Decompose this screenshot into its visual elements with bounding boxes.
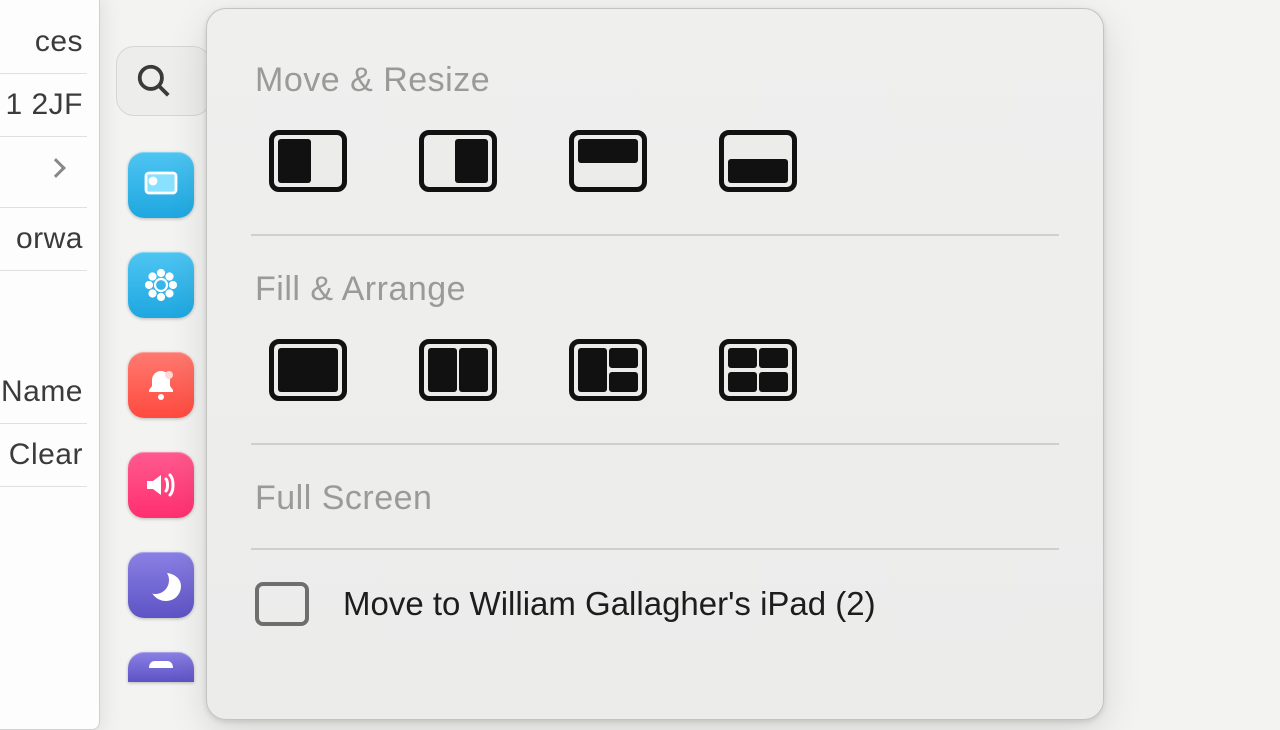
tile-top-half-button[interactable] [569, 130, 647, 192]
section-title-move-resize: Move & Resize [255, 61, 1059, 100]
tile-left-half-button[interactable] [269, 130, 347, 192]
sound-app-icon[interactable] [128, 452, 194, 518]
background-settings-list: ces 1 2JF orwa Name Clear [0, 0, 100, 730]
bg-row [0, 137, 87, 208]
divider [251, 548, 1059, 550]
divider [251, 443, 1059, 445]
fill-screen-button[interactable] [269, 339, 347, 401]
tile-right-half-button[interactable] [419, 130, 497, 192]
sidebar-apps [128, 152, 194, 682]
bg-row: Name [0, 361, 87, 424]
tile-bottom-half-button[interactable] [719, 130, 797, 192]
bg-row: Clear [0, 424, 87, 487]
move-to-ipad-item[interactable]: Move to William Gallagher's iPad (2) [251, 574, 1059, 634]
focus-app-icon[interactable] [128, 552, 194, 618]
arrange-quarters-button[interactable] [719, 339, 797, 401]
move-resize-row [251, 130, 1059, 192]
bg-row: orwa [0, 208, 87, 271]
chevron-right-icon [46, 158, 66, 178]
divider [251, 234, 1059, 236]
bg-row: 1 2JF [0, 74, 87, 137]
arrange-three-up-button[interactable] [569, 339, 647, 401]
arrange-two-up-button[interactable] [419, 339, 497, 401]
display-icon [255, 582, 309, 626]
section-title-fill-arrange: Fill & Arrange [255, 270, 1059, 309]
screen-time-app-icon[interactable] [128, 652, 194, 682]
search-field[interactable] [116, 46, 211, 116]
search-icon [135, 62, 173, 100]
menu-item-label: Move to William Gallagher's iPad (2) [343, 585, 876, 623]
section-title-full-screen: Full Screen [255, 479, 1059, 518]
fill-arrange-row [251, 339, 1059, 401]
photos-app-icon[interactable] [128, 252, 194, 318]
screensaver-app-icon[interactable] [128, 152, 194, 218]
notifications-app-icon[interactable] [128, 352, 194, 418]
window-arrangement-popover: Move & Resize Fill & Arrange [206, 8, 1104, 720]
bg-row: ces [0, 11, 87, 74]
